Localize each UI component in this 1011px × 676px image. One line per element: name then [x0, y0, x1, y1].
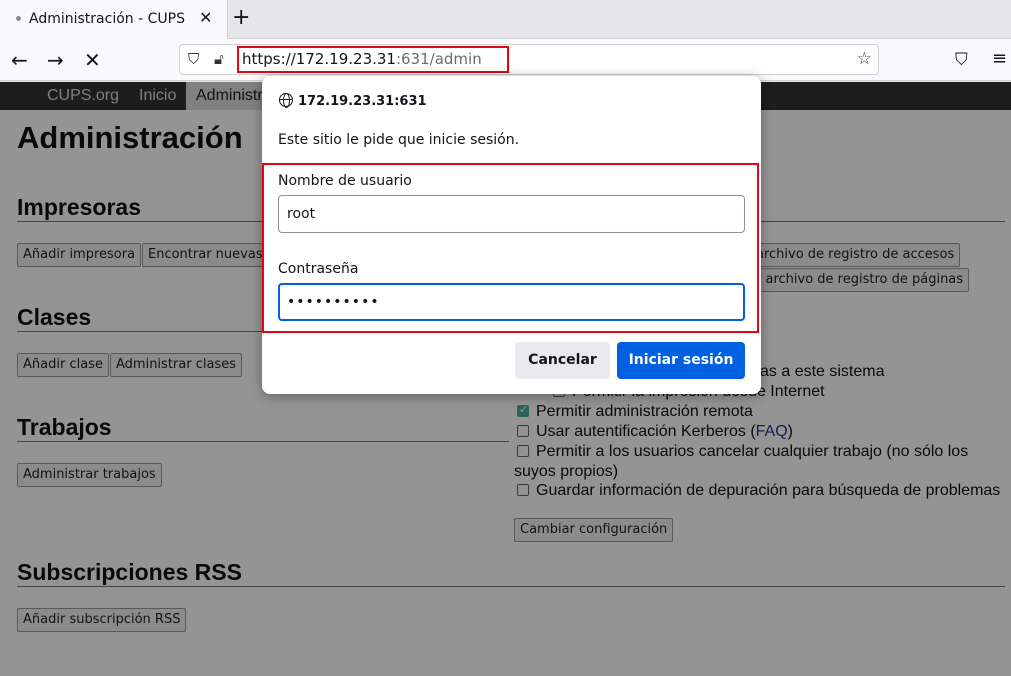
password-label: Contraseña	[278, 261, 359, 277]
tab-strip: Administración - CUPS 2 ✕ +	[0, 0, 1011, 39]
close-tab-icon[interactable]: ✕	[199, 8, 212, 27]
dialog-message: Este sitio le pide que inicie sesión.	[278, 132, 520, 148]
url-highlight-box	[237, 46, 509, 73]
stop-icon[interactable]: ✕	[84, 48, 101, 72]
username-label: Nombre de usuario	[278, 173, 412, 189]
shield-icon[interactable]: ⛉	[188, 50, 199, 68]
globe-icon	[279, 93, 293, 108]
cancel-button[interactable]: Cancelar	[515, 342, 610, 379]
new-tab-icon[interactable]: +	[232, 5, 250, 30]
auth-dialog: 172.19.23.31:631 Este sitio le pide que …	[262, 76, 761, 394]
menu-icon[interactable]: ≡	[992, 48, 1007, 69]
tab-admin[interactable]: Administración - CUPS 2 ✕	[0, 0, 228, 39]
sign-in-button[interactable]: Iniciar sesión	[617, 342, 745, 379]
dialog-host: 172.19.23.31:631	[298, 94, 427, 109]
tab-title: Administración - CUPS 2	[29, 11, 189, 27]
loading-indicator-icon	[16, 16, 21, 21]
bookmark-star-icon[interactable]: ☆	[857, 49, 872, 69]
username-field[interactable]: root	[278, 195, 745, 233]
forward-icon[interactable]: →	[47, 48, 64, 72]
back-icon[interactable]: ←	[11, 48, 28, 72]
pocket-icon[interactable]: ⛉	[955, 50, 968, 70]
password-field[interactable]: ••••••••••	[278, 283, 745, 321]
insecure-lock-icon[interactable]: 🔓︎	[214, 50, 224, 68]
